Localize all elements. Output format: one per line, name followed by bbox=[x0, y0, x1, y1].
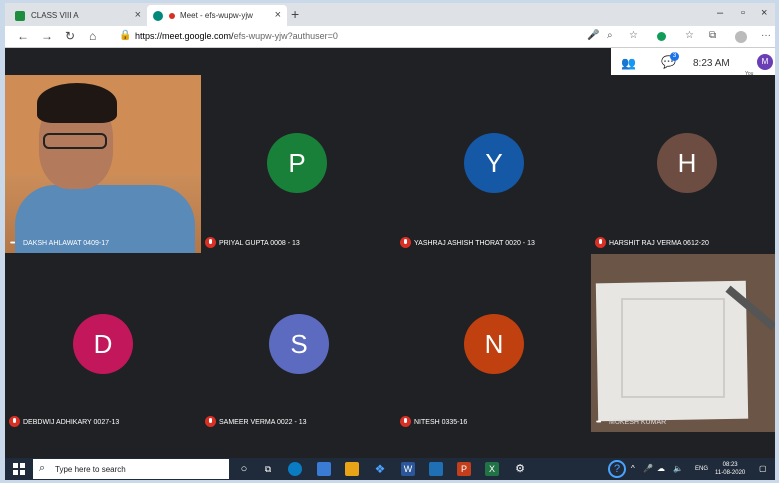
meet-clock: 8:23 AM bbox=[693, 58, 730, 69]
participant-name: PRIYAL GUPTA 0008 - 13 bbox=[219, 240, 300, 247]
close-window-button[interactable]: × bbox=[761, 7, 767, 19]
recording-indicator-icon bbox=[169, 12, 175, 19]
back-icon[interactable]: ← bbox=[17, 29, 29, 43]
new-tab-button[interactable]: + bbox=[291, 6, 299, 22]
camera-feed-glasses bbox=[43, 133, 107, 149]
classroom-icon bbox=[15, 10, 25, 21]
powerpoint-icon[interactable]: P bbox=[457, 462, 471, 476]
url-path: efs-wupw-yjw?authuser=0 bbox=[233, 31, 338, 41]
volume-icon[interactable]: 🔈 bbox=[673, 464, 683, 473]
dropbox-icon[interactable]: ❖ bbox=[373, 462, 387, 476]
calendar-icon[interactable] bbox=[429, 462, 443, 476]
windows-start-icon[interactable] bbox=[13, 463, 25, 475]
participant-tile-nitesh[interactable]: N NITESH 0335-16 bbox=[396, 254, 590, 432]
close-icon[interactable]: × bbox=[275, 9, 281, 21]
zoom-icon[interactable]: ⌕ bbox=[607, 30, 613, 41]
tab-label: CLASS VIII A bbox=[31, 11, 79, 20]
tab-class-viii-a[interactable]: CLASS VIII A × bbox=[9, 5, 147, 26]
people-icon[interactable]: 👥 bbox=[621, 56, 636, 70]
taskbar-clock[interactable]: 08:23 11-08-2020 bbox=[715, 461, 745, 477]
network-icon[interactable]: ☁ bbox=[657, 464, 665, 473]
search-placeholder: Type here to search bbox=[55, 465, 126, 474]
avatar: Y bbox=[464, 133, 524, 193]
participant-tile-daksh[interactable]: ••• DAKSH AHLAWAT 0409-17 bbox=[5, 75, 201, 253]
address-bar: ← → ↻ ⌂ 🔒 https://meet.google.com/efs-wu… bbox=[5, 26, 775, 48]
task-view-icon[interactable]: ⧉ bbox=[261, 462, 275, 476]
avatar: P bbox=[267, 133, 327, 193]
taskbar-date: 11-08-2020 bbox=[715, 470, 746, 476]
avatar: N bbox=[464, 314, 524, 374]
meet-top-bar: 👥 💬 3 8:23 AM M You bbox=[611, 48, 775, 78]
meet-icon bbox=[153, 10, 163, 21]
mic-off-icon bbox=[400, 237, 411, 248]
avatar: D bbox=[73, 314, 133, 374]
taskbar-time: 08:23 bbox=[722, 462, 738, 468]
edge-icon[interactable] bbox=[288, 462, 302, 476]
mic-off-icon bbox=[400, 416, 411, 427]
home-icon[interactable]: ⌂ bbox=[89, 29, 96, 43]
self-avatar[interactable]: M bbox=[757, 54, 773, 70]
browser-tab-strip: CLASS VIII A × Meet - efs-wupw-yjw × + –… bbox=[5, 3, 775, 26]
participant-tile-debdwij[interactable]: D DEBDWIJ ADHIKARY 0027-13 bbox=[5, 254, 201, 432]
chat-badge: 3 bbox=[670, 52, 679, 61]
participant-name: MUKESH KUMAR bbox=[609, 419, 667, 426]
screen: CLASS VIII A × Meet - efs-wupw-yjw × + –… bbox=[5, 3, 775, 480]
more-icon[interactable]: ··· bbox=[761, 30, 771, 41]
avatar: S bbox=[269, 314, 329, 374]
participant-name: DEBDWIJ ADHIKARY 0027-13 bbox=[23, 419, 120, 426]
maximize-button[interactable]: ▫ bbox=[741, 7, 745, 19]
favorite-star-icon[interactable]: ☆ bbox=[629, 30, 638, 41]
tab-label: Meet - efs-wupw-yjw bbox=[180, 11, 253, 20]
file-explorer-icon[interactable] bbox=[345, 462, 359, 476]
avatar: H bbox=[657, 133, 717, 193]
more-options-icon[interactable]: ••• bbox=[596, 419, 601, 426]
collections-icon[interactable]: ⧉ bbox=[709, 30, 716, 41]
show-hidden-icons-icon[interactable]: ^ bbox=[631, 464, 635, 473]
forward-icon[interactable]: → bbox=[41, 29, 53, 43]
tablet-app-icon[interactable] bbox=[317, 462, 331, 476]
lock-icon: 🔒 bbox=[119, 30, 132, 41]
mic-off-icon bbox=[205, 237, 216, 248]
settings-icon[interactable]: ⚙ bbox=[513, 462, 527, 476]
cortana-icon[interactable]: ○ bbox=[237, 462, 251, 476]
word-icon[interactable]: W bbox=[401, 462, 415, 476]
profile-icon[interactable] bbox=[735, 31, 747, 43]
extension-icon[interactable] bbox=[657, 32, 666, 41]
camera-feed-hair bbox=[37, 83, 117, 123]
participant-name: YASHRAJ ASHISH THORAT 0020 - 13 bbox=[414, 240, 535, 247]
url-host: https://meet.google.com/ bbox=[135, 31, 234, 41]
participant-tile-sameer[interactable]: S SAMEER VERMA 0022 - 13 bbox=[201, 254, 395, 432]
participant-tile-yashraj[interactable]: Y YASHRAJ ASHISH THORAT 0020 - 13 bbox=[396, 75, 590, 253]
participant-name: SAMEER VERMA 0022 - 13 bbox=[219, 419, 307, 426]
camera-feed-drawing bbox=[621, 298, 725, 398]
minimize-button[interactable]: – bbox=[717, 7, 723, 19]
mic-off-icon bbox=[9, 416, 20, 427]
refresh-icon[interactable]: ↻ bbox=[65, 29, 75, 43]
notifications-icon[interactable]: ▢ bbox=[759, 464, 767, 473]
mic-off-icon bbox=[205, 416, 216, 427]
microphone-icon[interactable]: 🎤 bbox=[587, 30, 599, 41]
mic-off-icon bbox=[595, 237, 606, 248]
participant-name: HARSHIT RAJ VERMA 0612-20 bbox=[609, 240, 709, 247]
microphone-tray-icon: 🎤 bbox=[643, 464, 653, 473]
participant-tile-mukesh[interactable]: ••• MUKESH KUMAR bbox=[591, 254, 775, 432]
search-icon: ⌕ bbox=[39, 462, 46, 474]
excel-icon[interactable]: X bbox=[485, 462, 499, 476]
more-options-icon[interactable]: ••• bbox=[10, 240, 15, 247]
windows-taskbar: ⌕ Type here to search ○ ⧉ ❖ W P X ⚙ ? ^ … bbox=[5, 458, 775, 480]
participant-name: NITESH 0335-16 bbox=[414, 419, 468, 426]
participant-name: DAKSH AHLAWAT 0409-17 bbox=[23, 240, 109, 247]
participant-tile-harshit[interactable]: H HARSHIT RAJ VERMA 0612-20 bbox=[591, 75, 775, 253]
url-field[interactable]: https://meet.google.com/efs-wupw-yjw?aut… bbox=[135, 31, 338, 41]
help-icon[interactable]: ? bbox=[608, 460, 626, 478]
participant-tile-priyal[interactable]: P PRIYAL GUPTA 0008 - 13 bbox=[201, 75, 395, 253]
language-indicator[interactable]: ENG bbox=[695, 466, 708, 472]
close-icon[interactable]: × bbox=[135, 9, 141, 21]
favorites-icon[interactable]: ☆ bbox=[685, 30, 694, 41]
tab-meet[interactable]: Meet - efs-wupw-yjw × bbox=[147, 5, 287, 26]
taskbar-search-input[interactable]: ⌕ Type here to search bbox=[33, 459, 229, 479]
